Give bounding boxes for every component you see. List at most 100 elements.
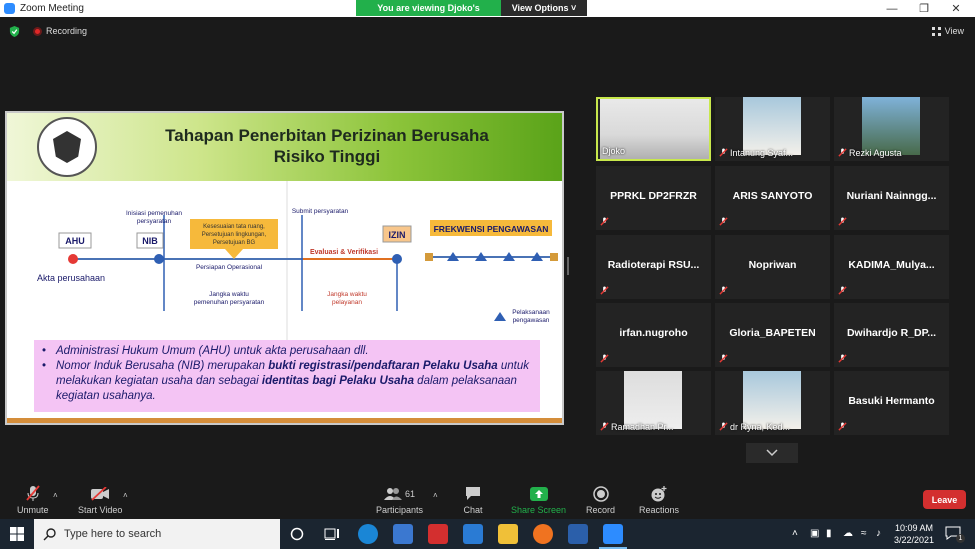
inisiasi-line2: persyaratan — [137, 218, 172, 225]
view-label: View — [944, 26, 964, 36]
akta-text: Akta perusahaan — [37, 273, 105, 283]
leave-button[interactable]: Leave — [923, 490, 966, 509]
viewing-message: You are viewing Djoko's screen — [356, 0, 501, 29]
maximize-button[interactable]: ❐ — [908, 0, 940, 17]
participants-count: 61 — [405, 488, 416, 499]
wifi-icon[interactable]: ≈ — [861, 528, 867, 539]
participant-name: Rezki Agusta — [849, 148, 902, 158]
start-button[interactable] — [0, 519, 34, 549]
participant-tile[interactable]: Nopriwan — [715, 235, 830, 299]
participant-tile[interactable]: PPRKL DP2FRZR — [596, 166, 711, 230]
chat-button[interactable]: Chat — [463, 485, 483, 515]
unmute-label: Unmute — [17, 505, 49, 515]
start-video-label: Start Video — [78, 505, 123, 515]
kesesuaian-arrow-icon — [225, 249, 243, 259]
kesesuaian-line2: Persetujuan lingkungan, — [202, 232, 267, 238]
task-view-icon[interactable] — [322, 524, 342, 544]
participant-tile[interactable]: dr Ryna, Ked... — [715, 371, 830, 435]
participants-button[interactable]: 61 Participants — [376, 485, 423, 515]
reactions-button[interactable]: Reactions — [639, 485, 679, 515]
participant-name: Gloria_BAPETEN — [729, 327, 816, 339]
participant-tile[interactable]: Nuriani Nainngg... — [834, 166, 949, 230]
participant-tile[interactable]: Gloria_BAPETEN — [715, 303, 830, 367]
participant-tile[interactable]: Djoko — [596, 97, 711, 161]
recording-indicator[interactable]: Recording — [33, 26, 87, 36]
view-options-label: View Options — [511, 3, 569, 13]
edge-browser-icon[interactable] — [358, 524, 378, 544]
video-options-caret-icon[interactable]: ˄ — [123, 491, 128, 500]
security-shield-icon[interactable] — [9, 26, 20, 37]
record-button[interactable]: Record — [586, 485, 615, 515]
windows-taskbar: Type here to search ˄ ▣ ▮ ☁ ≈ ♪ 10:09 AM… — [0, 519, 975, 549]
panel-resize-handle[interactable] — [567, 257, 569, 275]
chat-bubble-icon — [463, 485, 483, 502]
video-off-icon — [90, 485, 110, 502]
volume-icon[interactable]: ♪ — [876, 528, 881, 539]
participant-video — [862, 97, 920, 155]
muted-mic-icon — [600, 354, 609, 363]
unmute-button[interactable]: Unmute — [17, 485, 49, 515]
bullet-nib-part1: Nomor Induk Berusaha (NIB) merupakan — [56, 360, 269, 372]
participants-icon: 61 — [378, 485, 422, 502]
view-options-button[interactable]: View Options ˅ — [501, 0, 587, 16]
participant-tile[interactable]: Radioterapi RSU... — [596, 235, 711, 299]
muted-mic-icon — [838, 217, 847, 226]
notifications-button[interactable]: 1 — [945, 526, 965, 543]
close-button[interactable]: ✕ — [940, 0, 972, 17]
bullet-ahu: Administrasi Hukum Umum (AHU) untuk akta… — [42, 344, 534, 359]
participant-tile[interactable]: KADIMA_Mulya... — [834, 235, 949, 299]
share-screen-button[interactable]: Share Screen — [511, 485, 566, 515]
notification-count-badge: 1 — [956, 534, 965, 543]
participant-name: Nopriwan — [748, 259, 797, 271]
participant-tile[interactable]: Basuki Hermanto — [834, 371, 949, 435]
participant-tile[interactable]: ARIS SANYOTO — [715, 166, 830, 230]
slide-title: Tahapan Penerbitan Perizinan Berusaha Ri… — [127, 125, 527, 167]
start-video-button[interactable]: Start Video — [78, 485, 122, 515]
participant-name: Dwihardjo R_DP... — [846, 327, 937, 339]
zoom-taskbar-icon[interactable] — [599, 524, 627, 549]
kesesuaian-line3: Persetujuan BG — [213, 240, 256, 246]
legend-triangle-icon — [494, 312, 506, 321]
zoom-app-icon — [4, 3, 15, 14]
jangka-pelayanan-line2: pelayanan — [332, 299, 362, 306]
participant-tile[interactable]: Rezki Agusta — [834, 97, 949, 161]
view-button[interactable]: View — [931, 26, 964, 36]
pelaksanaan-line1: Pelaksanaan — [512, 309, 550, 316]
taskbar-clock[interactable]: 10:09 AM 3/22/2021 — [892, 522, 936, 546]
search-icon — [43, 527, 56, 540]
participant-name: PPRKL DP2FRZR — [610, 190, 697, 202]
jangka-pemenuhan-line2: pemenuhan persyaratan — [194, 299, 265, 306]
muted-mic-icon — [600, 286, 609, 295]
participant-name: Nuriani Nainngg... — [846, 190, 937, 202]
pelaksanaan-line2: pengawasan — [513, 317, 550, 324]
mail-icon[interactable] — [463, 524, 483, 544]
participant-video — [743, 371, 801, 429]
firefox-icon[interactable] — [533, 524, 553, 544]
kesesuaian-line1: Kesesuaian tata ruang, — [203, 224, 265, 230]
slide-bullets: Administrasi Hukum Umum (AHU) untuk akta… — [34, 340, 540, 412]
participant-tile[interactable]: irfan.nugroho — [596, 303, 711, 367]
minimize-button[interactable]: — — [876, 0, 908, 17]
tray-app-icon[interactable]: ▣ — [810, 528, 819, 539]
evaluasi-text: Evaluasi & Verifikasi — [310, 249, 378, 256]
tray-overflow-chevron-icon[interactable]: ˄ — [792, 528, 798, 539]
onedrive-cloud-icon[interactable]: ☁ — [843, 528, 853, 539]
ahu-node — [68, 254, 78, 264]
cortana-icon[interactable] — [287, 524, 307, 544]
file-explorer-icon[interactable] — [498, 524, 518, 544]
participant-tile[interactable]: Intanung Syaf... — [715, 97, 830, 161]
gallery-scroll-down-button[interactable] — [746, 443, 798, 463]
taskbar-search-box[interactable]: Type here to search — [34, 519, 280, 549]
participant-tile[interactable]: Dwihardjo R_DP... — [834, 303, 949, 367]
microsoft-store-icon[interactable] — [393, 524, 413, 544]
battery-icon[interactable]: ▮ — [826, 528, 832, 539]
muted-mic-icon — [719, 354, 728, 363]
word-icon[interactable] — [568, 524, 588, 544]
participants-options-caret-icon[interactable]: ˄ — [433, 491, 438, 500]
muted-mic-icon — [600, 422, 609, 431]
record-icon — [591, 485, 611, 502]
participant-tile[interactable]: Ramadhan Pr... — [596, 371, 711, 435]
audio-options-caret-icon[interactable]: ˄ — [53, 491, 58, 500]
gift-app-icon[interactable] — [428, 524, 448, 544]
reactions-label: Reactions — [639, 505, 680, 515]
